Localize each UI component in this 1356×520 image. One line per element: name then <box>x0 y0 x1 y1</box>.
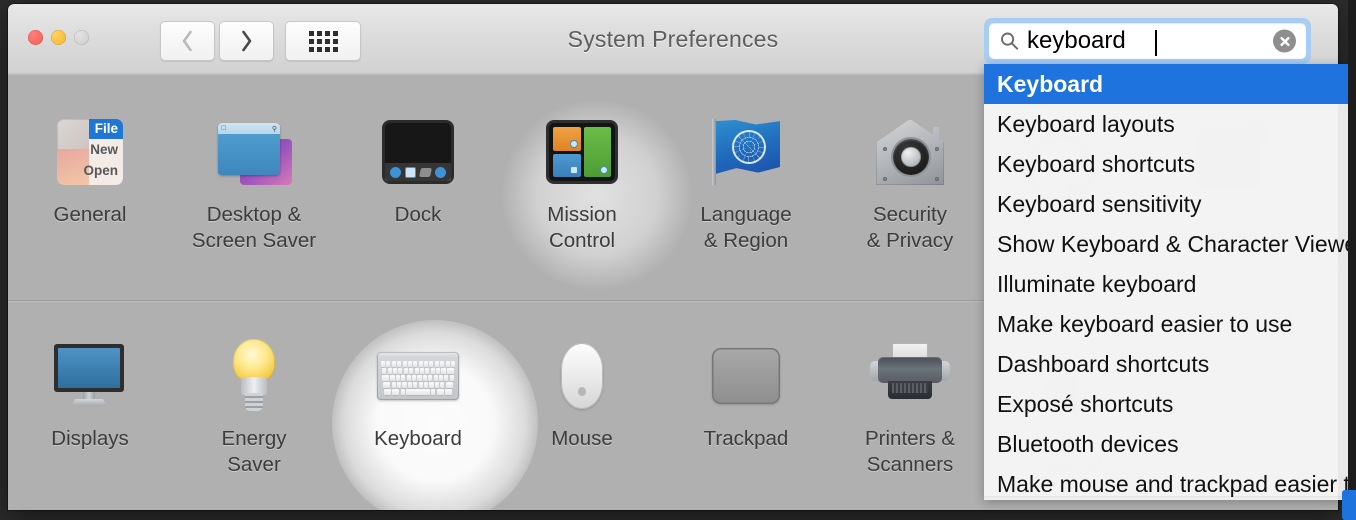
screenshot-root: System Preferences keyboard File New Ope… <box>0 0 1356 520</box>
pref-item-printers-scanners[interactable]: Printers & Scanners <box>828 333 992 478</box>
pref-item-keyboard[interactable]: Keyboard <box>336 333 500 478</box>
search-result-item[interactable]: Show Keyboard & Character Viewers in men… <box>984 224 1356 264</box>
pref-item-trackpad[interactable]: Trackpad <box>664 333 828 478</box>
dock-icon <box>375 109 461 195</box>
general-icon-menu-file: File <box>94 121 118 136</box>
pref-label: Dock <box>394 203 442 226</box>
security-privacy-icon <box>867 109 953 195</box>
pref-label: Trackpad <box>703 427 789 450</box>
pref-item-security-privacy[interactable]: Security & Privacy <box>828 109 992 254</box>
dropdown-bottom-edge <box>984 496 1356 500</box>
trackpad-icon <box>703 333 789 419</box>
search-result-item[interactable]: Keyboard layouts <box>984 104 1356 144</box>
clear-icon <box>1279 36 1290 46</box>
search-result-item[interactable]: Dashboard shortcuts <box>984 344 1356 384</box>
printers-scanners-icon <box>867 333 953 419</box>
pref-label: General <box>53 203 127 226</box>
pref-label: Printers & Scanners <box>865 427 955 476</box>
search-result-item[interactable]: Make mouse and trackpad easier to use <box>984 464 1356 500</box>
pref-item-mouse[interactable]: Mouse <box>500 333 664 478</box>
search-result-item[interactable]: Keyboard <box>984 64 1356 104</box>
search-icon <box>1001 32 1019 50</box>
pref-label: Desktop & Screen Saver <box>191 203 317 252</box>
pref-label: Security & Privacy <box>866 203 954 252</box>
pref-item-mission-control[interactable]: Mission Control <box>500 109 664 254</box>
search-result-item[interactable]: Keyboard shortcuts <box>984 144 1356 184</box>
mouse-icon <box>539 333 625 419</box>
general-icon: File New Open <box>47 109 133 195</box>
search-result-item[interactable]: Illuminate keyboard <box>984 264 1356 304</box>
energy-saver-icon <box>211 333 297 419</box>
search-result-item[interactable]: Bluetooth devices <box>984 424 1356 464</box>
search-results-dropdown[interactable]: Keyboard Keyboard layouts Keyboard short… <box>984 64 1356 500</box>
pref-item-displays[interactable]: Displays <box>8 333 172 478</box>
pref-item-language-region[interactable]: Language & Region <box>664 109 828 254</box>
desktop-right-edge <box>1348 0 1356 520</box>
pref-item-desktop-screen-saver[interactable]: ⚲ Desktop & Screen Saver <box>172 109 336 254</box>
pref-label: Language & Region <box>700 203 792 252</box>
pref-item-dock[interactable]: Dock <box>336 109 500 254</box>
pref-label: Displays <box>51 427 129 450</box>
clear-search-button[interactable] <box>1273 29 1296 53</box>
ghost-blue-control <box>1342 490 1356 520</box>
general-icon-menu-open: Open <box>83 163 118 178</box>
pref-label: Mouse <box>551 427 613 450</box>
pref-item-energy-saver[interactable]: Energy Saver <box>172 333 336 478</box>
search-result-item[interactable]: Keyboard sensitivity <box>984 184 1356 224</box>
text-caret <box>1155 30 1157 56</box>
pref-label: Mission Control <box>547 203 617 252</box>
pref-label: Energy Saver <box>221 427 287 476</box>
keyboard-icon <box>375 333 461 419</box>
pref-label: Keyboard <box>374 427 462 450</box>
desktop-screensaver-icon: ⚲ <box>211 109 297 195</box>
general-icon-menu-new: New <box>90 142 118 157</box>
search-field-focus-ring: keyboard <box>984 18 1311 64</box>
mission-control-icon <box>539 109 625 195</box>
search-input[interactable]: keyboard <box>989 23 1306 59</box>
displays-icon <box>47 333 133 419</box>
search-result-item[interactable]: Exposé shortcuts <box>984 384 1356 424</box>
pref-item-general[interactable]: File New Open General <box>8 109 172 254</box>
search-input-value: keyboard <box>1027 27 1126 54</box>
language-region-icon <box>703 109 789 195</box>
search-result-item[interactable]: Make keyboard easier to use <box>984 304 1356 344</box>
